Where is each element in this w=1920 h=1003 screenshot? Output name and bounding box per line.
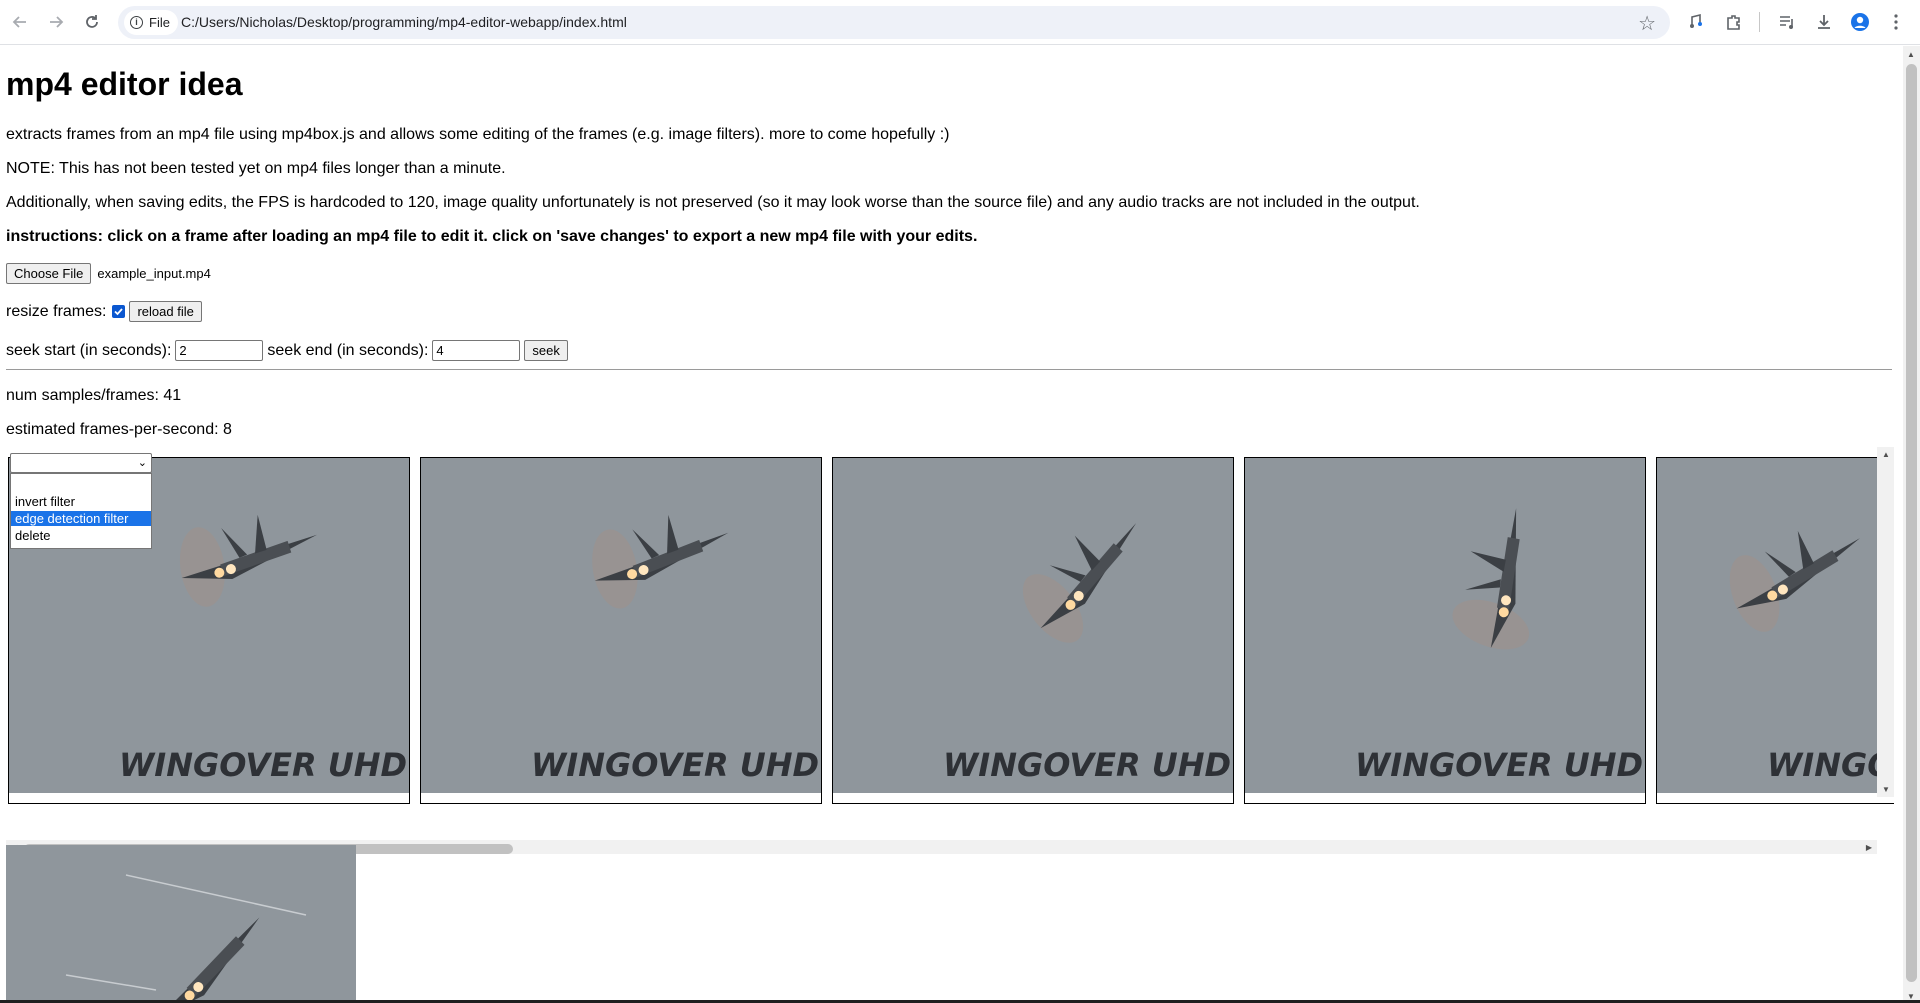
watermark-text: WINGOVER UHD [943, 746, 1231, 784]
dropdown-option-empty[interactable] [11, 477, 151, 492]
frame-thumbnail[interactable]: WINGOVER UHD [832, 457, 1234, 804]
chevron-down-icon: ⌄ [137, 457, 147, 469]
arrow-right-icon [50, 16, 64, 28]
frame-thumbnail[interactable]: WINGOVER UHD [420, 457, 822, 804]
instructions-text: instructions: click on a frame after loa… [6, 228, 978, 245]
checkmark-icon [114, 308, 124, 316]
seek-row: seek start (in seconds): 2 seek end (in … [6, 340, 568, 361]
forward-button[interactable] [42, 8, 70, 36]
media-icon[interactable] [1685, 10, 1709, 34]
site-label: File [149, 15, 170, 30]
scroll-up-arrow-icon[interactable]: ▲ [1907, 50, 1915, 59]
seek-button[interactable]: seek [524, 340, 568, 361]
frames-strip[interactable]: WINGOVER UHD WINGOVER UHD WINGOVER UHD W… [6, 447, 1894, 854]
resize-row: resize frames: reload file [6, 301, 202, 322]
frame-action-select[interactable]: ⌄ [10, 453, 152, 473]
reload-icon [86, 15, 98, 28]
profile-avatar-icon[interactable] [1848, 10, 1872, 34]
scroll-right-arrow-icon[interactable]: ▶ [1866, 843, 1872, 852]
menu-kebab-icon[interactable] [1884, 10, 1908, 34]
resize-checkbox[interactable] [112, 305, 126, 318]
seek-start-label: seek start (in seconds): [6, 341, 172, 359]
frame-preview-image [6, 845, 356, 1003]
watermark-text: WINGOVER UHD [119, 746, 407, 784]
browser-toolbar: i File C:/Users/Nicholas/Desktop/program… [0, 0, 1920, 45]
watermark-text: WINGOVER UHD [531, 746, 819, 784]
file-input-row: Choose File example_input.mp4 [6, 263, 211, 284]
file-name: example_input.mp4 [97, 266, 211, 281]
frame-thumbnail[interactable]: WINGOVER UHD [1656, 457, 1894, 804]
strip-vertical-scrollbar[interactable]: ▲ ▼ [1877, 447, 1894, 797]
frame-image: WINGOVER UHD [1245, 458, 1645, 793]
page-viewport: mp4 editor idea extracts frames from an … [0, 46, 1903, 1003]
frame-image: WINGOVER UHD [833, 458, 1233, 793]
watermark-text: WINGOVER UHD [1355, 746, 1643, 784]
download-icon[interactable] [1812, 10, 1836, 34]
seek-end-label: seek end (in seconds): [267, 341, 429, 359]
page-title: mp4 editor idea [6, 66, 243, 102]
note-text: NOTE: This has not been tested yet on mp… [6, 160, 506, 177]
preview-image [6, 845, 356, 1003]
dropdown-option-delete[interactable]: delete [11, 528, 151, 543]
intro-text: extracts frames from an mp4 file using m… [6, 126, 950, 143]
dropdown-list: invert filter edge detection filter dele… [10, 473, 152, 549]
dropdown-option-invert[interactable]: invert filter [11, 494, 151, 509]
reading-list-icon[interactable] [1775, 10, 1799, 34]
dropdown-option-edge-detection[interactable]: edge detection filter [11, 511, 151, 526]
resize-label: resize frames: [6, 302, 107, 320]
choose-file-button[interactable]: Choose File [6, 263, 92, 284]
divider [6, 369, 1892, 370]
info-icon: i [130, 16, 143, 29]
watermark-text: WINGOVER UHD [1767, 746, 1894, 784]
reload-file-button[interactable]: reload file [129, 301, 202, 322]
bookmark-star-icon[interactable]: ☆ [1638, 11, 1656, 36]
reload-button[interactable] [78, 8, 106, 36]
back-button[interactable] [6, 8, 34, 36]
address-bar[interactable]: i File C:/Users/Nicholas/Desktop/program… [118, 6, 1670, 39]
seek-start-input[interactable]: 2 [175, 340, 264, 361]
seek-end-input[interactable]: 4 [432, 340, 521, 361]
url-text[interactable]: C:/Users/Nicholas/Desktop/programming/mp… [181, 14, 627, 30]
fps-text: estimated frames-per-second: 8 [6, 421, 232, 438]
arrow-left-icon [12, 16, 26, 28]
extensions-icon[interactable] [1722, 10, 1746, 34]
page-vertical-scrollbar[interactable]: ▲ ▼ [1903, 46, 1920, 1003]
frame-image: WINGOVER UHD [421, 458, 821, 793]
frame-thumbnail[interactable]: WINGOVER UHD [1244, 457, 1646, 804]
scroll-up-arrow-icon[interactable]: ▲ [1882, 450, 1890, 459]
scroll-down-arrow-icon[interactable]: ▼ [1882, 785, 1890, 794]
site-info-chip[interactable]: i File [124, 10, 178, 35]
toolbar-divider [1759, 12, 1760, 32]
frame-image: WINGOVER UHD [1657, 458, 1894, 793]
num-samples-text: num samples/frames: 41 [6, 387, 182, 404]
additional-text: Additionally, when saving edits, the FPS… [6, 194, 1420, 211]
page-scroll-thumb[interactable] [1906, 64, 1917, 982]
